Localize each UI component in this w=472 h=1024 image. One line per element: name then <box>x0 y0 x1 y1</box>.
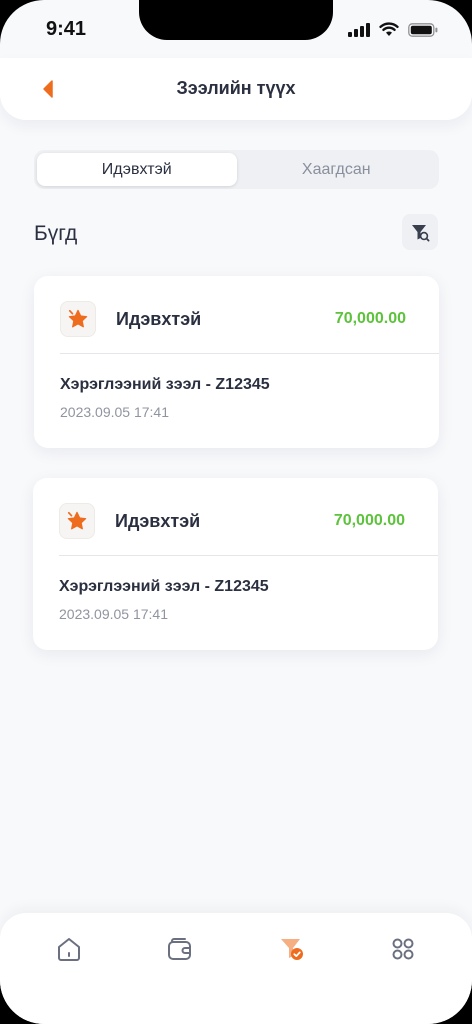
status-icons <box>348 22 438 37</box>
loan-card-header: Идэвхтэй 70,000.00 <box>33 478 438 556</box>
signal-icon <box>348 22 370 37</box>
star-icon <box>67 511 87 530</box>
notch <box>139 0 333 40</box>
section-title: Бүгд <box>34 222 78 245</box>
loan-status: Идэвхтэй <box>115 511 201 531</box>
loan-name: Хэрэглээний зээл - Z12345 <box>60 376 270 393</box>
nav-loans[interactable] <box>277 934 307 964</box>
tab-closed[interactable]: Хаагдсан <box>237 153 437 186</box>
star-icon <box>68 309 88 328</box>
loan-date: 2023.09.05 17:41 <box>59 606 168 622</box>
loan-status-tabs: Идэвхтэй Хаагдсан <box>34 150 439 189</box>
status-time: 9:41 <box>46 18 87 40</box>
nav-home[interactable] <box>54 934 84 964</box>
funnel-check-icon <box>281 939 303 960</box>
wallet-icon <box>168 938 191 960</box>
page-title: Зээлийн түүх <box>176 78 296 98</box>
status-bar: 9:41 <box>0 0 472 58</box>
filter-search-icon <box>412 225 430 242</box>
bottom-nav <box>0 913 472 1024</box>
loan-amount: 70,000.00 <box>334 310 406 327</box>
nav-wallet[interactable] <box>165 934 195 964</box>
nav-menu[interactable] <box>388 934 418 964</box>
battery-icon <box>408 22 438 37</box>
wifi-icon <box>379 22 399 37</box>
grid-icon <box>392 938 414 960</box>
loan-name: Хэрэглээний зээл - Z12345 <box>59 578 269 595</box>
loan-card-header: Идэвхтэй 70,000.00 <box>34 276 439 354</box>
app-header: Зээлийн түүх <box>0 58 472 120</box>
loan-card[interactable]: Идэвхтэй 70,000.00 Хэрэглээний зээл - Z1… <box>34 276 439 448</box>
home-icon <box>58 938 80 961</box>
loan-card[interactable]: Идэвхтэй 70,000.00 Хэрэглээний зээл - Z1… <box>33 478 438 650</box>
loan-date: 2023.09.05 17:41 <box>60 404 169 420</box>
loan-status: Идэвхтэй <box>116 309 202 329</box>
divider <box>59 555 438 556</box>
divider <box>60 353 439 354</box>
phone-screen: 9:41 Зээлийн түүх Идэвхтэй Хаагдсан Бүгд… <box>0 0 472 1024</box>
loan-status-icon <box>59 503 95 539</box>
filter-button[interactable] <box>402 214 438 250</box>
loan-amount: 70,000.00 <box>333 512 405 529</box>
tab-active[interactable]: Идэвхтэй <box>37 153 237 186</box>
loan-status-icon <box>60 301 96 337</box>
